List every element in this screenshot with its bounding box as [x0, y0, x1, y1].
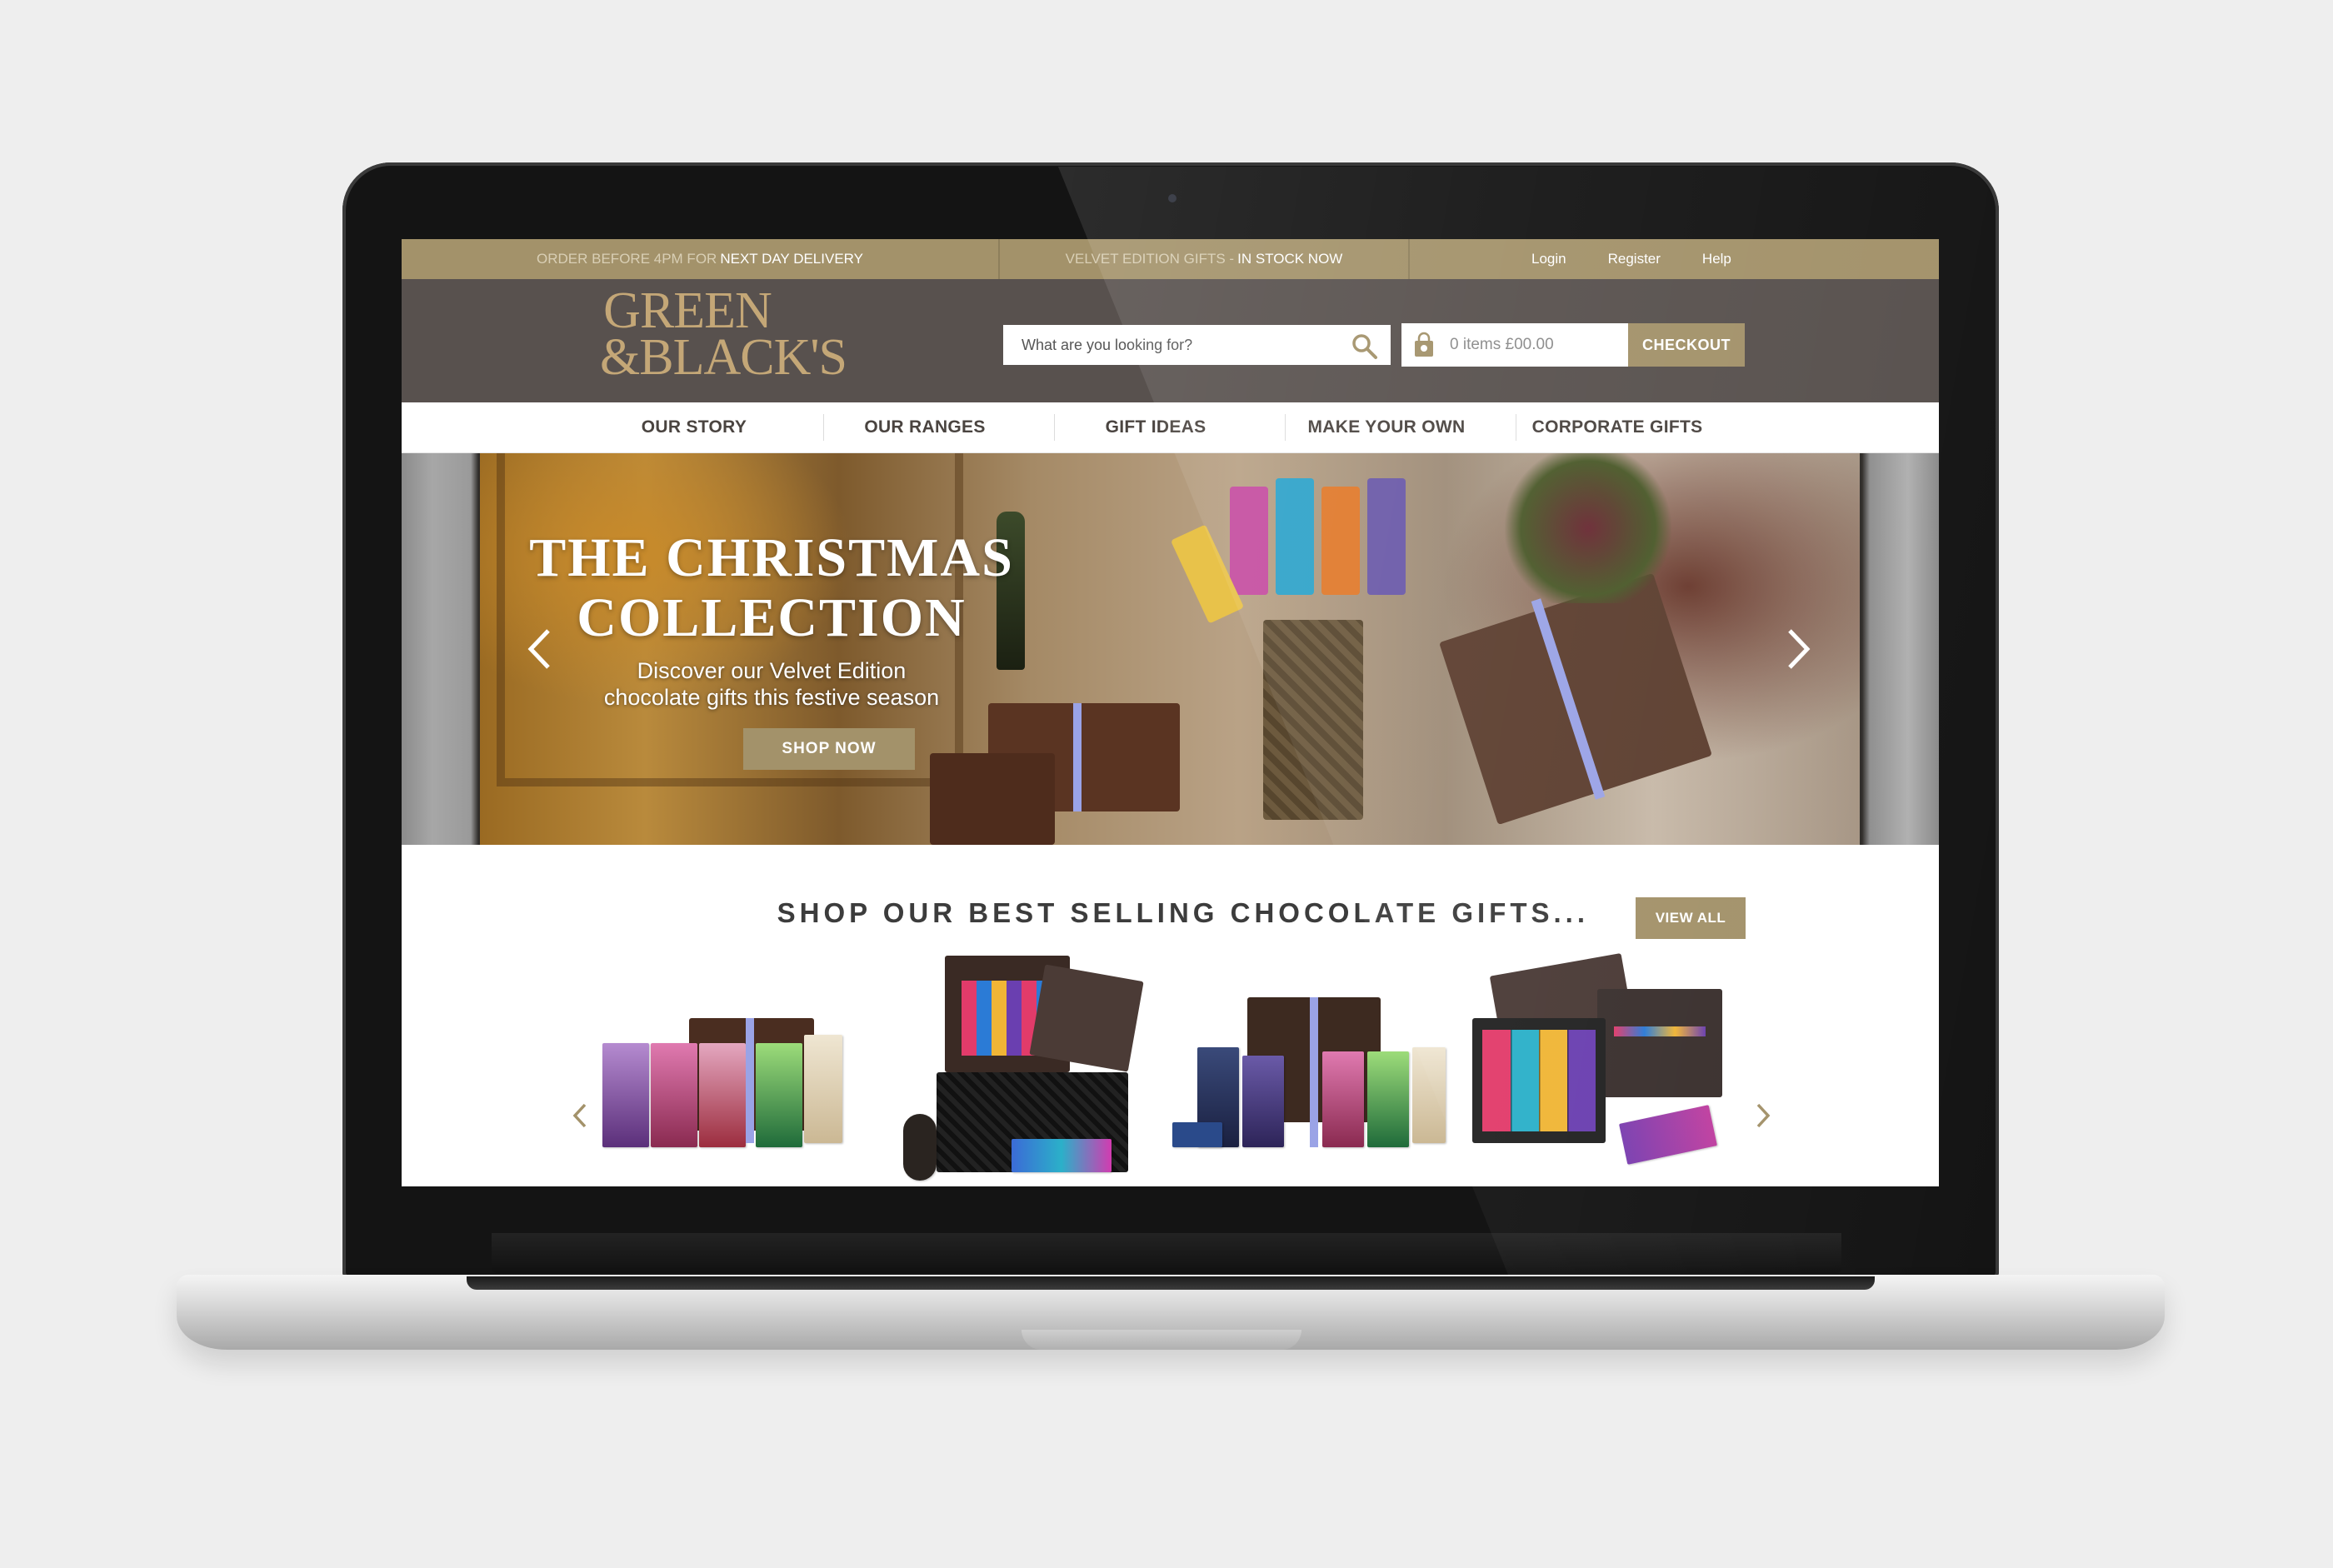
product-box [1597, 989, 1722, 1097]
hero-title: THE CHRISTMAS COLLECTION [480, 528, 1063, 648]
hero-subtitle: Discover our Velvet Edition chocolate gi… [480, 657, 1063, 711]
nav-item-corporate-gifts[interactable]: CORPORATE GIFTS [1502, 402, 1732, 452]
basket-summary[interactable]: 0 items £00.00 [1401, 323, 1628, 367]
delivery-promo-prefix: ORDER BEFORE 4PM FOR [537, 251, 717, 267]
account-links: Login Register Help [1410, 239, 1939, 279]
logo-line-2: &BLACK'S [600, 329, 847, 386]
chocolate-bar [1367, 478, 1406, 595]
help-link[interactable]: Help [1702, 251, 1731, 267]
hero-subtitle-line-1: Discover our Velvet Edition [637, 658, 907, 683]
product-carousel [402, 947, 1939, 1186]
product-card[interactable] [1472, 947, 1756, 1186]
chevron-left-icon [527, 629, 550, 669]
site-header: GREEN &BLACK'S 0 items £00.00 CHECKOUT [402, 279, 1939, 402]
search-box [1003, 325, 1391, 365]
gift-ribbon [1073, 703, 1082, 811]
christmas-wreath [1505, 453, 1671, 603]
nav-item-our-ranges[interactable]: OUR RANGES [810, 402, 1040, 452]
laptop-thumb-notch [1022, 1330, 1301, 1350]
product-card[interactable] [887, 947, 1170, 1186]
chevron-right-icon [1788, 629, 1811, 669]
product-card[interactable] [589, 947, 872, 1186]
chocolate-bar [1412, 1047, 1446, 1143]
hero-next-arrow[interactable] [1778, 624, 1820, 674]
chocolate-bar [1367, 1051, 1409, 1147]
hero-image[interactable] [480, 453, 1860, 845]
search-icon[interactable] [1351, 332, 1379, 361]
chocolate-grid [1482, 1030, 1596, 1131]
hero-title-line-2: COLLECTION [577, 587, 967, 648]
nav-item-our-story[interactable]: OUR STORY [579, 402, 809, 452]
logo-line-1: GREEN [603, 282, 772, 339]
brand-logo[interactable]: GREEN &BLACK'S [600, 282, 847, 386]
chocolate-bar [1276, 478, 1314, 595]
wicker-basket [1263, 620, 1363, 820]
hero-prev-arrow[interactable] [518, 624, 560, 674]
nav-item-make-your-own[interactable]: MAKE YOUR OWN [1271, 402, 1501, 452]
hero-title-line-1: THE CHRISTMAS [529, 527, 1014, 588]
basket-text: 0 items £00.00 [1450, 336, 1554, 353]
delivery-promo-highlight: NEXT DAY DELIVERY [720, 251, 863, 267]
laptop-hinge [492, 1233, 1841, 1273]
bestsellers-title: SHOP OUR BEST SELLING CHOCOLATE GIFTS... [777, 897, 1589, 928]
chocolate-bars [1619, 1105, 1717, 1165]
chocolate-tin [903, 1114, 937, 1181]
chocolate-strip [1614, 1026, 1706, 1036]
product-box [1029, 964, 1144, 1072]
chocolate-bar [651, 1043, 697, 1147]
delivery-promo[interactable]: ORDER BEFORE 4PM FOR NEXT DAY DELIVERY [402, 239, 1000, 279]
top-promo-bar: ORDER BEFORE 4PM FOR NEXT DAY DELIVERY V… [402, 239, 1939, 279]
hero-banner: THE CHRISTMAS COLLECTION Discover our Ve… [402, 453, 1939, 845]
main-nav: OUR STORY OUR RANGES GIFT IDEAS MAKE YOU… [402, 402, 1939, 453]
shopping-bag-icon [1415, 332, 1433, 357]
gift-ribbon [1310, 997, 1318, 1147]
register-link[interactable]: Register [1608, 251, 1661, 267]
chocolate-bar [1230, 487, 1268, 595]
search-input[interactable] [1003, 326, 1348, 364]
gift-ribbon [746, 1018, 754, 1143]
gifts-promo[interactable]: VELVET EDITION GIFTS - IN STOCK NOW [1000, 239, 1410, 279]
chocolate-bar [804, 1035, 842, 1143]
camera [1168, 194, 1176, 202]
gifts-promo-highlight: IN STOCK NOW [1237, 251, 1343, 267]
chocolate-bar [602, 1043, 649, 1147]
chocolate-selection-box [1472, 1018, 1606, 1143]
laptop-bezel-bottom [402, 1186, 1939, 1233]
product-card[interactable] [1172, 947, 1456, 1186]
browser-screen: ORDER BEFORE 4PM FOR NEXT DAY DELIVERY V… [402, 239, 1939, 1186]
chocolate-bar [1322, 1051, 1364, 1147]
gift-box [930, 753, 1055, 845]
chocolate-bar [699, 1043, 746, 1147]
login-link[interactable]: Login [1531, 251, 1566, 267]
chocolate-bars [1012, 1139, 1112, 1172]
gift-box [1439, 572, 1712, 826]
shop-now-button[interactable]: SHOP NOW [743, 728, 915, 770]
chocolate-bar [756, 1043, 802, 1147]
checkout-button[interactable]: CHECKOUT [1628, 323, 1745, 367]
chocolate-bar [1242, 1056, 1284, 1147]
chocolate-bar [1321, 487, 1360, 595]
gifts-promo-prefix: VELVET EDITION GIFTS - [1065, 251, 1235, 267]
hero-subtitle-line-2: chocolate gifts this festive season [603, 685, 940, 710]
nav-item-gift-ideas[interactable]: GIFT IDEAS [1041, 402, 1271, 452]
chocolate-bar [1172, 1122, 1222, 1147]
laptop-keyboard-slit [467, 1276, 1875, 1290]
view-all-button[interactable]: VIEW ALL [1636, 897, 1746, 939]
